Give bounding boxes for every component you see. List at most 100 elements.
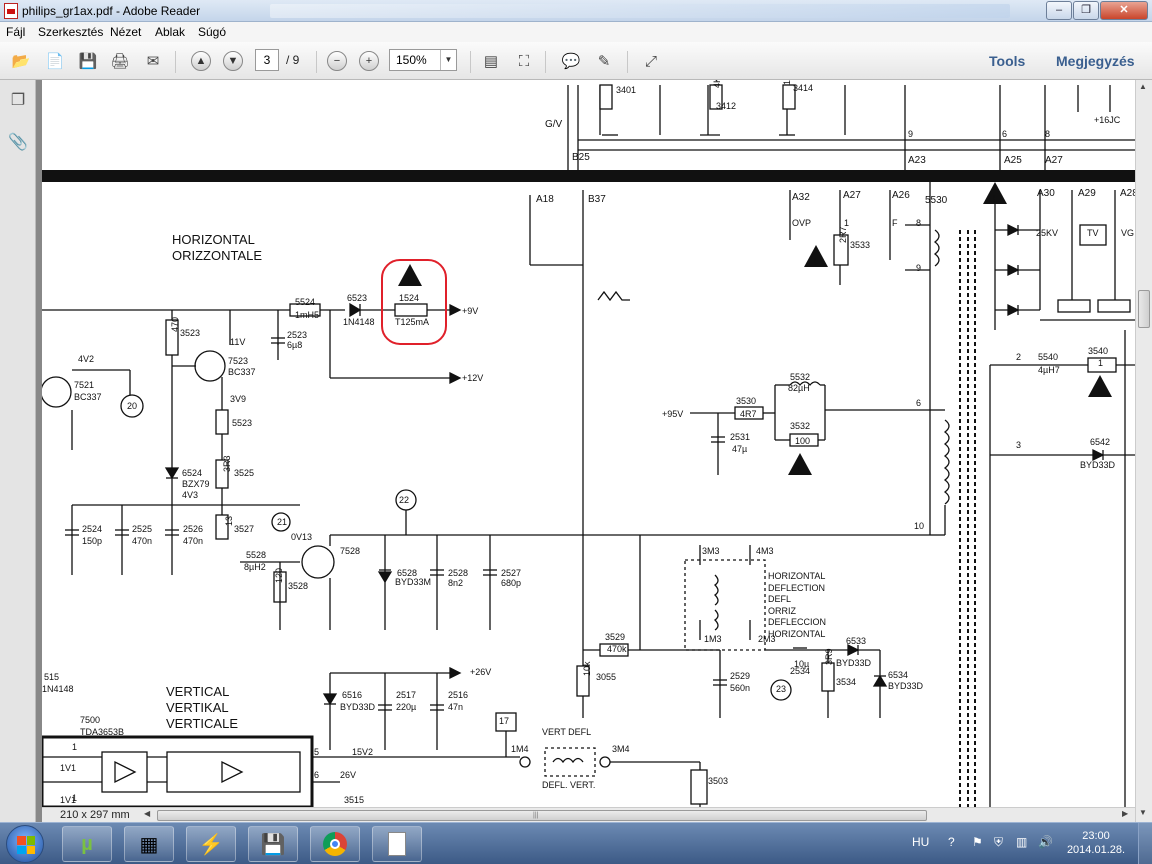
component-label: TV bbox=[1087, 228, 1099, 238]
component-label: 220µ bbox=[396, 702, 417, 712]
page-number-input[interactable]: 3 bbox=[255, 49, 279, 71]
menu-bar: Fájl Szerkesztés Nézet Ablak Súgó bbox=[0, 22, 1152, 42]
connector-label: 5530 bbox=[925, 195, 948, 206]
component-label: 2528 bbox=[448, 568, 469, 578]
zoom-out-button[interactable]: − bbox=[324, 49, 350, 73]
component-label: 3534 bbox=[836, 677, 857, 687]
network-tray-icon[interactable]: ▥ bbox=[1016, 835, 1027, 849]
toolbar-separator bbox=[470, 51, 471, 73]
connector-label: A29 bbox=[1078, 188, 1096, 199]
component-label: 3530 bbox=[736, 396, 757, 406]
component-label: F bbox=[892, 218, 898, 228]
component-label: 3527 bbox=[234, 524, 255, 534]
email-icon[interactable]: ✉ bbox=[140, 49, 166, 73]
vertical-scrollbar[interactable]: ▲ ▼ bbox=[1135, 80, 1152, 822]
taskbar: µ ▦ ⚡ 💾 HU ? ⚑ ⛨ ▥ 🔊 23:00 2014.01.28. bbox=[0, 822, 1152, 864]
open-icon[interactable]: 📂 bbox=[8, 49, 34, 73]
component-label: 10 bbox=[914, 521, 925, 531]
minimize-button[interactable]: – bbox=[1046, 1, 1072, 20]
component-label: 6523 bbox=[347, 293, 368, 303]
component-label: 2529 bbox=[730, 671, 751, 681]
save-icon[interactable]: 💾 bbox=[75, 49, 101, 73]
chrome-task[interactable] bbox=[310, 826, 360, 862]
component-label: OVP bbox=[792, 218, 812, 228]
zoom-in-button[interactable]: + bbox=[356, 49, 382, 73]
page-thumbnails-icon[interactable]: ❐ bbox=[8, 90, 28, 112]
component-label: BYD33D bbox=[340, 702, 376, 712]
vertical-scroll-thumb[interactable] bbox=[1138, 290, 1150, 328]
component-label: 3525 bbox=[234, 468, 255, 478]
window-title: philips_gr1ax.pdf - Adobe Reader bbox=[22, 4, 201, 18]
winamp-task[interactable]: ⚡ bbox=[186, 826, 236, 862]
clock[interactable]: 23:00 2014.01.28. bbox=[1064, 829, 1128, 857]
start-button[interactable] bbox=[6, 825, 44, 863]
connector-label: A27 bbox=[843, 190, 861, 201]
maximize-button[interactable]: ❐ bbox=[1073, 1, 1099, 20]
component-label: 3055 bbox=[596, 672, 617, 682]
shield-tray-icon[interactable]: ⛨ bbox=[994, 835, 1003, 850]
connector-label: A27 bbox=[1045, 155, 1063, 166]
scroll-down-arrow-icon[interactable]: ▼ bbox=[1139, 808, 1147, 817]
page-size-label: 210 x 297 mm bbox=[60, 809, 130, 821]
attachments-icon[interactable]: 📎 bbox=[8, 132, 28, 154]
component-label: 2526 bbox=[183, 524, 204, 534]
component-label: 3M4 bbox=[612, 744, 630, 754]
help-tray-icon[interactable]: ? bbox=[948, 835, 955, 849]
comment-icon[interactable]: 💬 bbox=[558, 49, 584, 73]
connector-label: B25 bbox=[572, 152, 590, 163]
chevron-down-icon[interactable]: ▼ bbox=[440, 50, 456, 70]
component-label: VG bbox=[1121, 228, 1135, 238]
zoom-select[interactable]: 150% ▼ bbox=[389, 49, 457, 71]
print-icon[interactable]: 🖨 bbox=[107, 49, 133, 73]
language-indicator[interactable]: HU bbox=[912, 835, 929, 849]
component-label: 120 bbox=[274, 567, 284, 583]
fit-page-icon[interactable]: ▤ bbox=[478, 49, 504, 73]
menu-file[interactable]: Fájl bbox=[6, 25, 25, 39]
menu-help[interactable]: Súgó bbox=[198, 25, 226, 39]
component-label: BYD33D bbox=[1080, 460, 1116, 470]
explorer-task[interactable]: ▦ bbox=[124, 826, 174, 862]
connector-label: A23 bbox=[908, 155, 926, 166]
component-label: 515 bbox=[44, 672, 60, 682]
component-label: 2517 bbox=[396, 690, 417, 700]
previous-page-button[interactable]: ▲ bbox=[188, 49, 214, 73]
utorrent-task[interactable]: µ bbox=[62, 826, 112, 862]
next-page-button[interactable]: ▼ bbox=[220, 49, 246, 73]
component-label: 13 bbox=[224, 515, 234, 526]
component-label: 2531 bbox=[730, 432, 751, 442]
menu-window[interactable]: Ablak bbox=[155, 25, 185, 39]
horizontal-scrollbar[interactable]: 210 x 297 mm ◀ ||| ▶ bbox=[42, 807, 1135, 822]
toolbar: 📂 📄 💾 🖨 ✉ ▲ ▼ − + ▤ ⛶ 💬 ✎ ⤢ bbox=[0, 42, 1152, 116]
component-label: 7528 bbox=[340, 546, 361, 556]
adobe-reader-task[interactable] bbox=[372, 826, 422, 862]
horizontal-scroll-thumb[interactable]: ||| bbox=[157, 810, 927, 821]
adobe-reader-window: philips_gr1ax.pdf - Adobe Reader – ❐ ✕ F… bbox=[0, 0, 1152, 864]
highlight-icon[interactable]: ✎ bbox=[591, 49, 617, 73]
component-label: 8 bbox=[916, 218, 922, 228]
total-pages: / 9 bbox=[286, 53, 300, 67]
menu-view[interactable]: Nézet bbox=[110, 25, 141, 39]
show-desktop-button[interactable] bbox=[1138, 823, 1152, 864]
flag-tray-icon[interactable]: ⚑ bbox=[972, 835, 983, 849]
component-label: 6 bbox=[1002, 129, 1008, 139]
component-label: 26V bbox=[340, 770, 357, 780]
pdf-page[interactable]: ! ! ! ! ! HORIZONTAL ORIZZONTALE VERTICA… bbox=[42, 80, 1135, 807]
tools-button[interactable]: Tools bbox=[989, 53, 1025, 69]
create-pdf-icon[interactable]: 📄 bbox=[42, 49, 68, 73]
close-button[interactable]: ✕ bbox=[1100, 1, 1148, 20]
scroll-left-arrow-icon[interactable]: ◀ bbox=[144, 809, 150, 818]
menu-edit[interactable]: Szerkesztés bbox=[38, 25, 103, 39]
component-label: +16JC bbox=[1094, 115, 1121, 125]
component-label: 3M3 bbox=[702, 546, 720, 556]
component-label: 6542 bbox=[1090, 437, 1111, 447]
volume-tray-icon[interactable]: 🔊 bbox=[1038, 835, 1053, 849]
component-label: 3401 bbox=[616, 85, 637, 95]
fit-width-icon[interactable]: ⛶ bbox=[511, 49, 537, 73]
full-screen-icon[interactable]: ⤢ bbox=[638, 49, 664, 73]
comment-pane-button[interactable]: Megjegyzés bbox=[1056, 53, 1135, 69]
component-label: 82µH bbox=[788, 383, 810, 393]
component-label: T125mA bbox=[395, 317, 430, 327]
scroll-right-arrow-icon[interactable]: ▶ bbox=[1122, 809, 1128, 818]
scroll-up-arrow-icon[interactable]: ▲ bbox=[1139, 82, 1147, 91]
floppy-task[interactable]: 💾 bbox=[248, 826, 298, 862]
